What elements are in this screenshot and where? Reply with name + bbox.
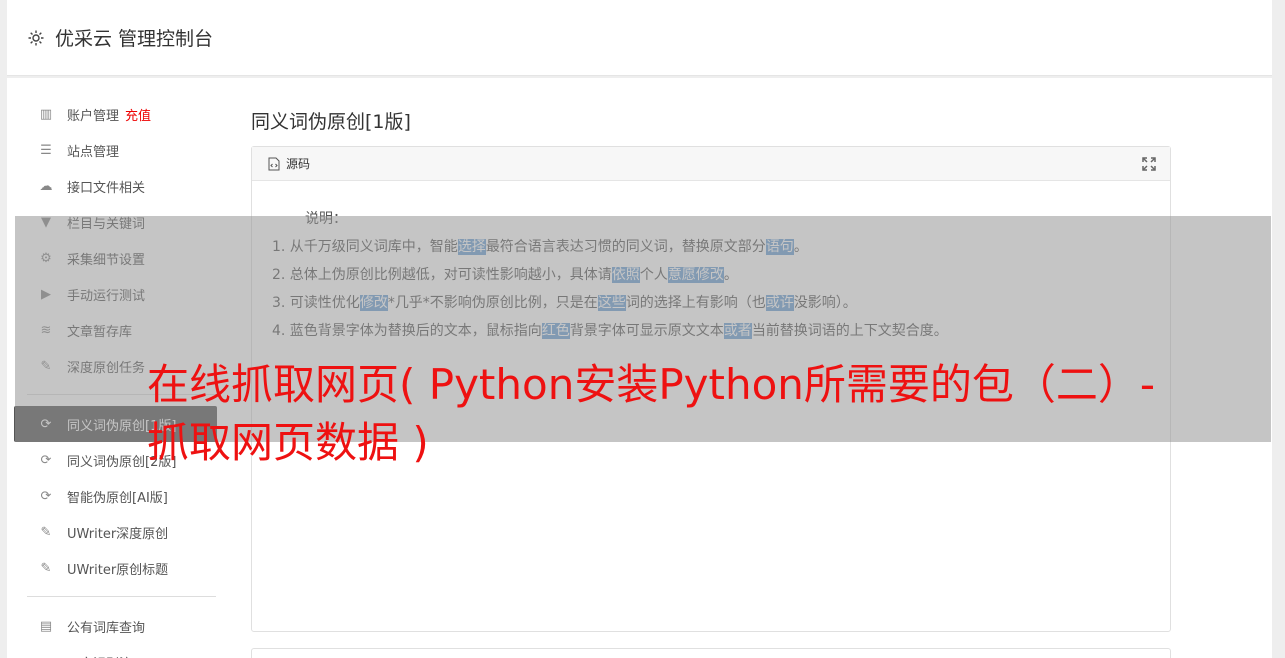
sidebar-item[interactable]: ✎ UWriter原创标题 xyxy=(7,550,217,586)
source-label[interactable]: 源码 xyxy=(286,155,310,172)
refresh-icon: ⟳ xyxy=(40,452,52,468)
sidebar-item-label: 站点管理 xyxy=(67,144,120,160)
code-file-icon xyxy=(268,157,280,171)
sidebar-item[interactable]: ▤ 公有词库查询 xyxy=(7,608,217,644)
sidebar-item[interactable]: ⟳ 智能伪原创[AI版] xyxy=(7,478,217,514)
sidebar-item[interactable]: ☰ 站点管理 xyxy=(7,132,217,168)
recharge-link[interactable]: 充值 xyxy=(125,105,151,124)
sidebar-item-label: UWriter原创标题 xyxy=(67,562,169,578)
sidebar-item-label: UWriter深度原创 xyxy=(67,526,169,542)
edit-icon: ✎ xyxy=(40,524,52,540)
app-header: 优采云 管理控制台 xyxy=(7,0,1272,76)
edit-icon: ✎ xyxy=(40,560,52,576)
sidebar-item[interactable]: ☁ 接口文件相关 xyxy=(7,168,217,204)
app-title: 优采云 管理控制台 xyxy=(55,28,214,50)
expand-icon[interactable] xyxy=(1142,157,1156,171)
cloud-upload-icon: ☁ xyxy=(39,178,53,194)
server-icon: ☰ xyxy=(40,142,52,158)
result-panel xyxy=(251,648,1171,658)
sidebar-item-label: 账户管理 xyxy=(67,108,120,124)
overlay-title: 在线抓取网页( Python安装Python所需要的包（二）-抓取网页数据 ) xyxy=(147,360,1156,467)
sidebar-item-label: 智能伪原创[AI版] xyxy=(67,490,168,506)
sidebar-item[interactable]: ▭正文识别演示 xyxy=(7,644,217,658)
sidebar-item[interactable]: ✎ UWriter深度原创 xyxy=(7,514,217,550)
bar-chart-icon: ▥ xyxy=(39,106,53,122)
sidebar-item[interactable]: ▥ 账户管理 充值 xyxy=(7,96,217,132)
book-icon: ▤ xyxy=(39,618,53,634)
page-title: 同义词伪原创[1版] xyxy=(251,111,411,133)
sidebar-divider xyxy=(27,596,216,597)
sidebar-item-label: 接口文件相关 xyxy=(67,180,146,196)
refresh-icon: ⟳ xyxy=(40,488,52,504)
sidebar-item-label: 公有词库查询 xyxy=(67,620,146,636)
source-panel-header: 源码 xyxy=(252,147,1170,181)
sidebar-item-label: 正文识别演示 xyxy=(67,653,145,658)
gear-icon xyxy=(27,29,45,47)
